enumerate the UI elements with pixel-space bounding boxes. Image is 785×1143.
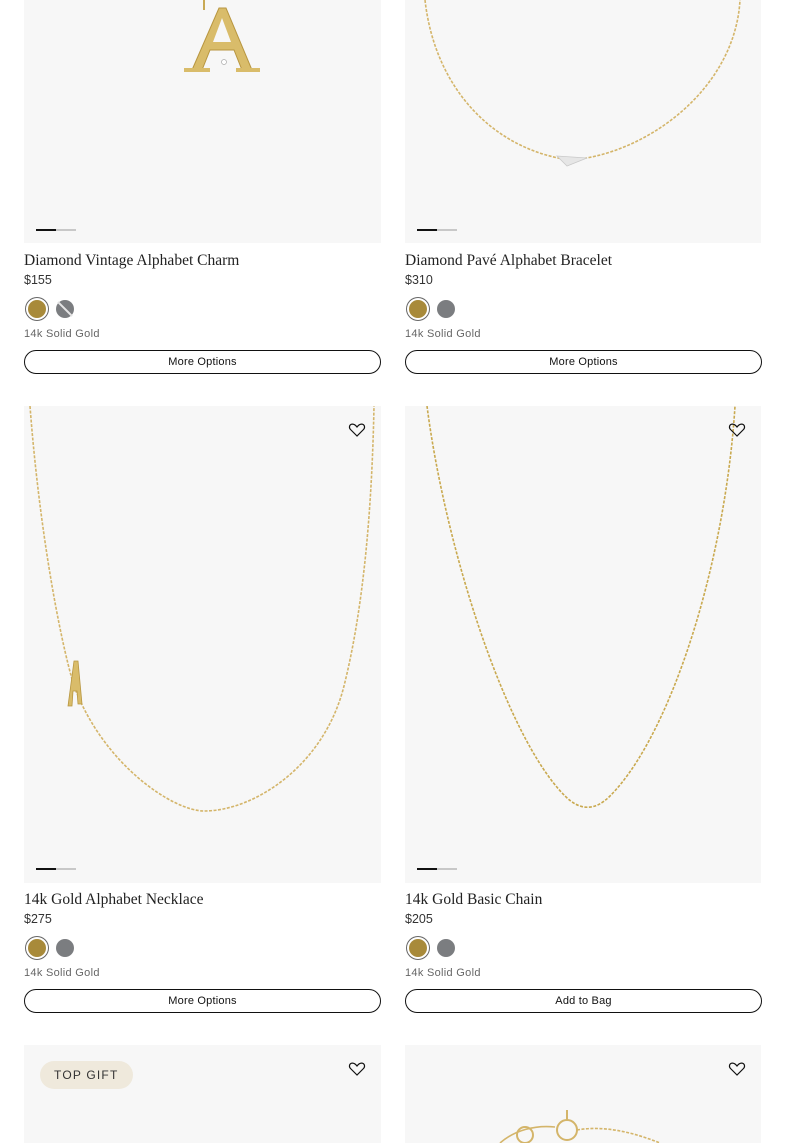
gold-swatch[interactable] — [28, 939, 46, 957]
wishlist-heart-icon[interactable] — [727, 420, 747, 440]
white-gold-swatch[interactable] — [56, 939, 74, 957]
more-options-button[interactable]: More Options — [405, 350, 762, 374]
alphabet-necklace-image — [29, 406, 375, 812]
product-price: $275 — [24, 912, 52, 926]
metal-label: 14k Solid Gold — [405, 967, 481, 979]
wishlist-heart-icon[interactable] — [347, 1059, 367, 1079]
gold-swatch[interactable] — [409, 939, 427, 957]
image-carousel-indicator[interactable] — [36, 229, 76, 231]
gold-swatch[interactable] — [28, 300, 46, 318]
metal-label: 14k Solid Gold — [405, 328, 481, 340]
metal-label: 14k Solid Gold — [24, 967, 100, 979]
white-gold-swatch-unavailable[interactable] — [56, 300, 74, 318]
image-carousel-indicator[interactable] — [417, 868, 457, 870]
wishlist-heart-icon[interactable] — [727, 1059, 747, 1079]
product-price: $155 — [24, 273, 52, 287]
gold-swatch[interactable] — [409, 300, 427, 318]
product-title[interactable]: Diamond Vintage Alphabet Charm — [24, 252, 239, 270]
product-price: $310 — [405, 273, 433, 287]
wishlist-heart-icon[interactable] — [347, 420, 367, 440]
product-price: $205 — [405, 912, 433, 926]
image-carousel-indicator[interactable] — [36, 868, 76, 870]
more-options-button[interactable]: More Options — [24, 350, 381, 374]
product-image[interactable] — [24, 0, 381, 243]
metal-label: 14k Solid Gold — [24, 328, 100, 340]
image-carousel-indicator[interactable] — [417, 229, 457, 231]
product-title[interactable]: 14k Gold Alphabet Necklace — [24, 891, 203, 909]
bracelet-clasp-image — [499, 1110, 661, 1143]
add-to-bag-button[interactable]: Add to Bag — [405, 989, 762, 1013]
more-options-button[interactable]: More Options — [24, 989, 381, 1013]
bracelet-image — [424, 0, 741, 167]
basic-chain-image — [426, 406, 736, 809]
product-image[interactable] — [405, 0, 761, 243]
product-image[interactable] — [24, 406, 381, 883]
product-title[interactable]: Diamond Pavé Alphabet Bracelet — [405, 252, 612, 270]
product-image[interactable] — [405, 406, 761, 883]
product-image[interactable] — [405, 1045, 761, 1143]
top-gift-badge: TOP GIFT — [40, 1061, 133, 1089]
white-gold-swatch[interactable] — [437, 300, 455, 318]
charm-letter-a-image — [184, 0, 260, 72]
product-image[interactable]: TOP GIFT — [24, 1045, 381, 1143]
product-title[interactable]: 14k Gold Basic Chain — [405, 891, 542, 909]
white-gold-swatch[interactable] — [437, 939, 455, 957]
